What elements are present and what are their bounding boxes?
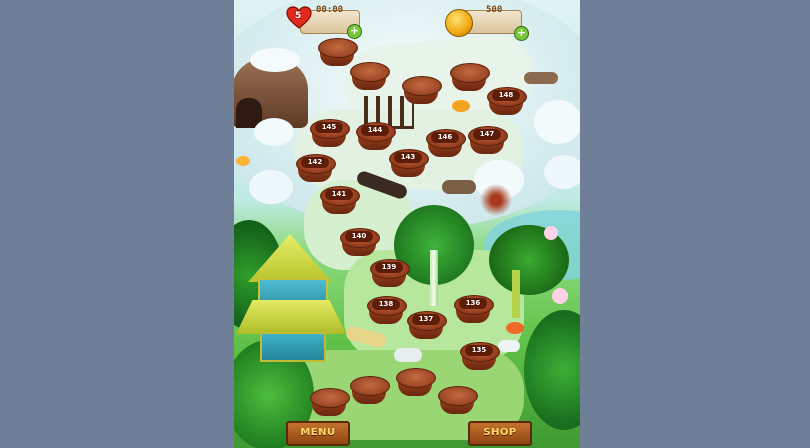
rock: [442, 180, 476, 194]
level-number: 136: [459, 298, 487, 309]
flower: [544, 226, 558, 240]
locked-level-node[interactable]: [450, 63, 490, 93]
level-number: 138: [372, 299, 400, 310]
snow-tree: [254, 118, 294, 146]
coin-icon: [445, 9, 473, 37]
level-node[interactable]: 138: [367, 296, 407, 326]
level-number: 146: [431, 132, 459, 143]
coin-count: 500: [486, 5, 503, 15]
level-node[interactable]: 140: [340, 228, 380, 258]
level-number: 143: [394, 152, 422, 163]
jungle-bush: [524, 310, 580, 430]
timer-text: 00:00: [316, 5, 344, 15]
stone: [394, 348, 422, 362]
game-viewport: 148 145 144 146 147 143 142 141 140 139 …: [234, 0, 580, 448]
level-node[interactable]: 145: [310, 119, 350, 149]
level-node[interactable]: 137: [407, 311, 447, 341]
stone: [498, 340, 520, 352]
level-number: 141: [325, 189, 353, 200]
shop-button[interactable]: SHOP: [468, 421, 532, 446]
bare-tree: [478, 180, 514, 220]
level-number: 147: [473, 129, 501, 140]
level-node[interactable]: 136: [454, 295, 494, 325]
level-number: 144: [361, 125, 389, 136]
level-node[interactable]: 141: [320, 186, 360, 216]
locked-level-node[interactable]: [396, 368, 436, 398]
locked-level-node[interactable]: [438, 386, 478, 416]
level-node[interactable]: 139: [370, 259, 410, 289]
palm-stalk: [512, 270, 520, 318]
flower: [552, 288, 568, 304]
level-number: 142: [301, 157, 329, 168]
lives-count: 5: [295, 11, 302, 21]
level-number: 140: [345, 231, 373, 242]
locked-level-node[interactable]: [350, 376, 390, 406]
level-node[interactable]: 142: [296, 154, 336, 184]
snow-tree: [249, 170, 293, 204]
level-node[interactable]: 135: [460, 342, 500, 372]
bamboo-stalk: [430, 250, 438, 306]
locked-level-node[interactable]: [318, 38, 358, 68]
locked-level-node[interactable]: [310, 388, 350, 418]
add-coins-button[interactable]: +: [514, 26, 529, 41]
locked-level-node[interactable]: [402, 76, 442, 106]
add-lives-button[interactable]: +: [347, 24, 362, 39]
sled: [524, 72, 558, 84]
level-number: 139: [375, 262, 403, 273]
level-number: 135: [465, 345, 493, 356]
level-node[interactable]: 146: [426, 129, 466, 159]
level-node[interactable]: 147: [468, 126, 508, 156]
flower: [236, 156, 250, 166]
level-number: 145: [315, 122, 343, 133]
snow-tree: [544, 155, 580, 189]
flower: [506, 322, 524, 334]
flower: [452, 100, 470, 112]
level-node[interactable]: 148: [487, 87, 527, 117]
snow-tree: [534, 100, 580, 144]
level-number: 148: [492, 90, 520, 101]
level-node[interactable]: 143: [389, 149, 429, 179]
straw-hut: [236, 234, 346, 364]
menu-button[interactable]: MENU: [286, 421, 350, 446]
level-node[interactable]: 144: [356, 122, 396, 152]
level-number: 137: [412, 314, 440, 325]
